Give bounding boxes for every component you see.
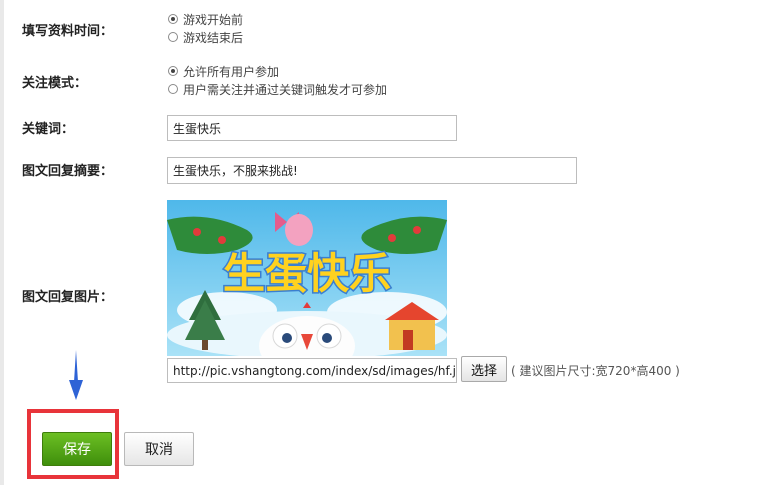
radio-fill-time-after[interactable]: 游戏结束后 [168, 29, 243, 45]
radio-label: 用户需关注并通过关键词触发才可参加 [183, 82, 388, 97]
annotation-arrow-icon [69, 350, 83, 400]
radio-label: 允许所有用户参加 [183, 64, 280, 79]
choose-image-button[interactable]: 选择 [461, 356, 507, 382]
radio-unchecked-icon[interactable] [168, 32, 178, 42]
radio-label: 游戏结束后 [183, 30, 244, 45]
radio-label: 游戏开始前 [183, 12, 244, 27]
radio-checked-icon[interactable] [168, 14, 178, 24]
keyword-input[interactable]: 生蛋快乐 [167, 115, 457, 141]
summary-input[interactable]: 生蛋快乐，不服来挑战! [167, 157, 577, 184]
save-button[interactable]: 保存 [42, 432, 112, 466]
image-label: 图文回复图片： [22, 290, 114, 305]
radio-checked-icon[interactable] [168, 66, 178, 76]
radio-follow-keyword[interactable]: 用户需关注并通过关键词触发才可参加 [168, 81, 387, 97]
radio-follow-all[interactable]: 允许所有用户参加 [168, 63, 279, 79]
image-size-hint: ( 建议图片尺寸:宽720*高400 ) [511, 364, 680, 378]
image-url-input[interactable]: http://pic.vshangtong.com/index/sd/image… [167, 358, 457, 383]
banner-title: 生蛋快乐 [223, 249, 391, 298]
left-border [0, 0, 4, 485]
radio-unchecked-icon[interactable] [168, 84, 178, 94]
summary-label: 图文回复摘要： [22, 164, 114, 179]
follow-mode-label: 关注模式： [22, 76, 88, 91]
banner-illustration: 生蛋快乐 [167, 200, 447, 356]
image-preview: 生蛋快乐 [167, 200, 447, 356]
cancel-button[interactable]: 取消 [124, 432, 194, 466]
radio-fill-time-before[interactable]: 游戏开始前 [168, 11, 243, 27]
keyword-label: 关键词： [22, 122, 75, 137]
fill-time-label: 填写资料时间： [22, 24, 114, 39]
